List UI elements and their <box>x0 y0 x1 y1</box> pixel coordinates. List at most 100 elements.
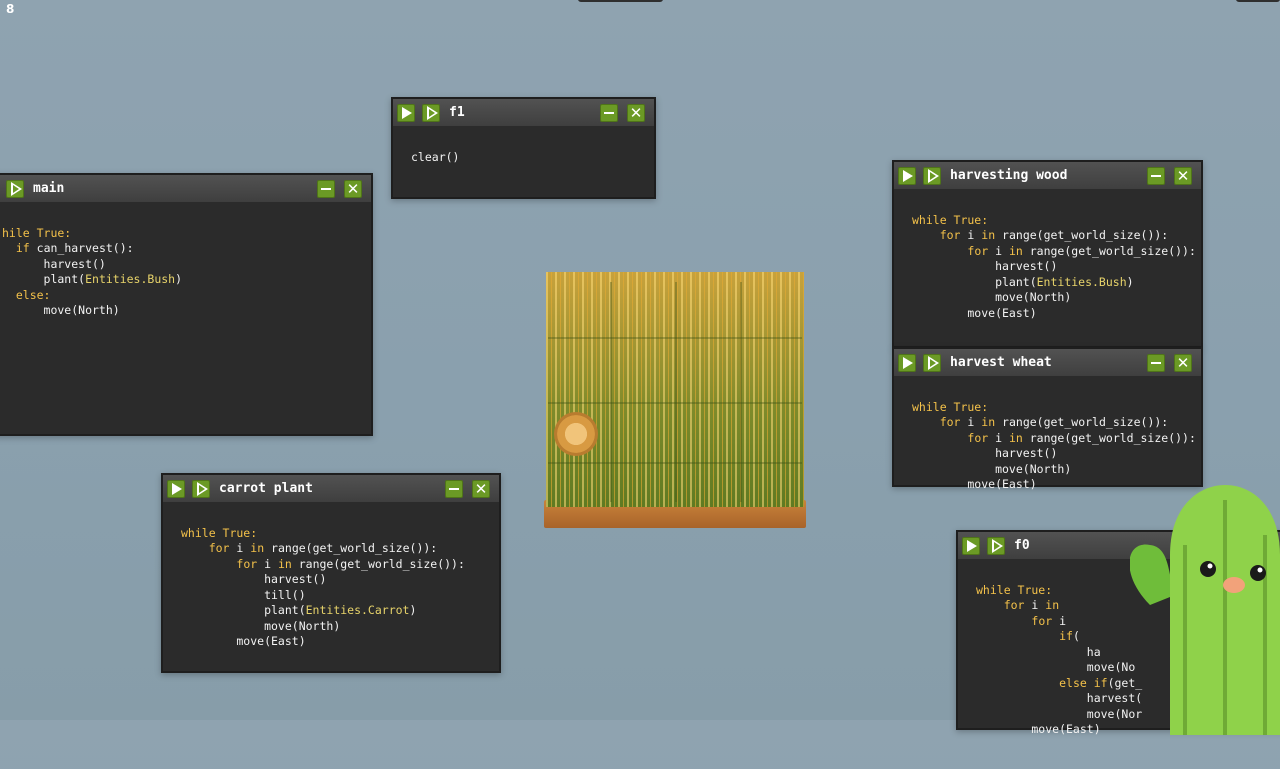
code-line: for i in range(get_world_size()): <box>967 243 1196 258</box>
window-title: f1 <box>449 105 465 120</box>
top-toolbar-tab[interactable] <box>578 0 663 2</box>
minimize-icon <box>1151 174 1161 177</box>
tile-divider <box>610 282 612 502</box>
code-line: harvest() <box>912 446 1058 460</box>
close-icon: ✕ <box>474 479 488 498</box>
play-icon <box>903 169 913 182</box>
code-line: for i in range(get_world_size()): <box>939 415 1169 429</box>
top-right-toolbar-tab[interactable] <box>1236 0 1280 2</box>
close-icon: ✕ <box>346 179 360 198</box>
close-button[interactable]: ✕ <box>1174 353 1192 372</box>
close-button[interactable]: ✕ <box>344 179 362 198</box>
minimize-button[interactable] <box>445 479 463 498</box>
code-line: plant(Entities.Bush) <box>2 272 183 286</box>
step-button[interactable] <box>987 536 1005 555</box>
minimize-icon <box>1151 361 1161 364</box>
minimize-icon <box>321 187 331 190</box>
window-title: main <box>33 181 65 196</box>
code-line: while True: <box>912 399 989 414</box>
window-titlebar[interactable]: main ✕ <box>0 175 371 202</box>
code-window-harvesting-wood[interactable]: harvesting wood ✕ while True: for i in r… <box>892 160 1203 348</box>
window-title: carrot plant <box>219 481 313 496</box>
code-line: move(North) <box>912 290 1072 304</box>
run-button[interactable] <box>898 166 916 185</box>
window-titlebar[interactable]: harvesting wood ✕ <box>894 162 1201 189</box>
code-line: while True: <box>181 525 258 540</box>
minimize-button[interactable] <box>317 179 335 198</box>
frame-counter: 8 <box>6 2 15 16</box>
code-line: move(North) <box>2 303 120 317</box>
tile-divider <box>548 337 802 339</box>
run-button[interactable] <box>167 479 185 498</box>
close-button[interactable]: ✕ <box>627 103 645 122</box>
code-line: plant(Entities.Carrot) <box>181 603 417 617</box>
code-line: clear() <box>411 149 460 164</box>
code-editor[interactable]: while True: for i in range(get_world_siz… <box>894 189 1201 352</box>
close-icon: ✕ <box>629 103 643 122</box>
step-icon <box>196 481 208 496</box>
tile-divider <box>548 402 802 404</box>
code-line: harvest() <box>912 259 1058 273</box>
step-button[interactable] <box>6 179 24 198</box>
window-titlebar[interactable]: carrot plant ✕ <box>163 475 499 502</box>
code-line: else: <box>15 287 51 302</box>
run-button[interactable] <box>898 353 916 372</box>
close-button[interactable]: ✕ <box>472 479 490 498</box>
drone-icon[interactable] <box>554 412 598 456</box>
play-icon <box>402 106 412 119</box>
code-line: harvest() <box>181 572 327 586</box>
tile-divider <box>548 462 802 464</box>
step-icon <box>426 105 438 120</box>
code-editor[interactable]: clear() <box>393 126 654 196</box>
code-editor[interactable]: hile True: if can_harvest(): harvest() p… <box>0 202 371 350</box>
code-line: for i in range(get_world_size()): <box>236 556 465 571</box>
tile-divider <box>675 282 677 502</box>
close-button[interactable]: ✕ <box>1174 166 1192 185</box>
code-line: move(North) <box>181 618 341 633</box>
code-window-f1[interactable]: f1 ✕ clear() <box>391 97 656 199</box>
code-line: for i in range(get_world_size()): <box>208 541 438 555</box>
step-icon <box>927 168 939 183</box>
code-line: move(East) <box>912 305 1037 320</box>
close-icon: ✕ <box>1176 353 1190 372</box>
code-line: for i in range(get_world_size()): <box>939 228 1169 242</box>
code-line: if can_harvest(): <box>15 241 134 255</box>
minimize-button[interactable] <box>1147 166 1165 185</box>
cactus-mascot-icon <box>1130 485 1280 735</box>
code-window-carrot-plant[interactable]: carrot plant ✕ while True: for i in rang… <box>161 473 501 673</box>
close-icon: ✕ <box>1176 166 1190 185</box>
minimize-button[interactable] <box>600 103 618 122</box>
code-line: harvest() <box>2 256 106 271</box>
code-line: for i in range(get_world_size()): <box>967 430 1196 445</box>
step-button[interactable] <box>422 103 440 122</box>
window-titlebar[interactable]: harvest wheat ✕ <box>894 349 1201 376</box>
tile-divider <box>740 282 742 502</box>
code-line: while True: <box>912 212 989 227</box>
code-line: move(North) <box>912 461 1072 476</box>
minimize-button[interactable] <box>1147 353 1165 372</box>
step-button[interactable] <box>923 166 941 185</box>
code-editor[interactable]: while True: for i in range(get_world_siz… <box>163 502 499 681</box>
step-button[interactable] <box>923 353 941 372</box>
minimize-icon <box>604 111 614 114</box>
run-button[interactable] <box>397 103 415 122</box>
play-icon <box>903 356 913 369</box>
code-line: move(East) <box>181 634 306 648</box>
window-titlebar[interactable]: f1 ✕ <box>393 99 654 126</box>
step-button[interactable] <box>192 479 210 498</box>
code-window-harvest-wheat[interactable]: harvest wheat ✕ while True: for i in ran… <box>892 347 1203 491</box>
step-icon <box>10 181 22 196</box>
step-icon <box>927 355 939 370</box>
code-line: plant(Entities.Bush) <box>912 274 1134 289</box>
code-line: hile True: <box>2 225 72 240</box>
code-line: till() <box>181 587 306 602</box>
step-icon <box>991 538 1003 553</box>
farm-field[interactable] <box>540 262 810 532</box>
play-icon <box>172 482 182 495</box>
window-title: harvesting wood <box>950 168 1068 183</box>
code-window-main[interactable]: main ✕ hile True: if can_harvest(): harv… <box>0 173 373 436</box>
play-icon <box>967 539 977 552</box>
window-title: harvest wheat <box>950 355 1052 370</box>
minimize-icon <box>449 487 459 490</box>
run-button[interactable] <box>962 536 980 555</box>
